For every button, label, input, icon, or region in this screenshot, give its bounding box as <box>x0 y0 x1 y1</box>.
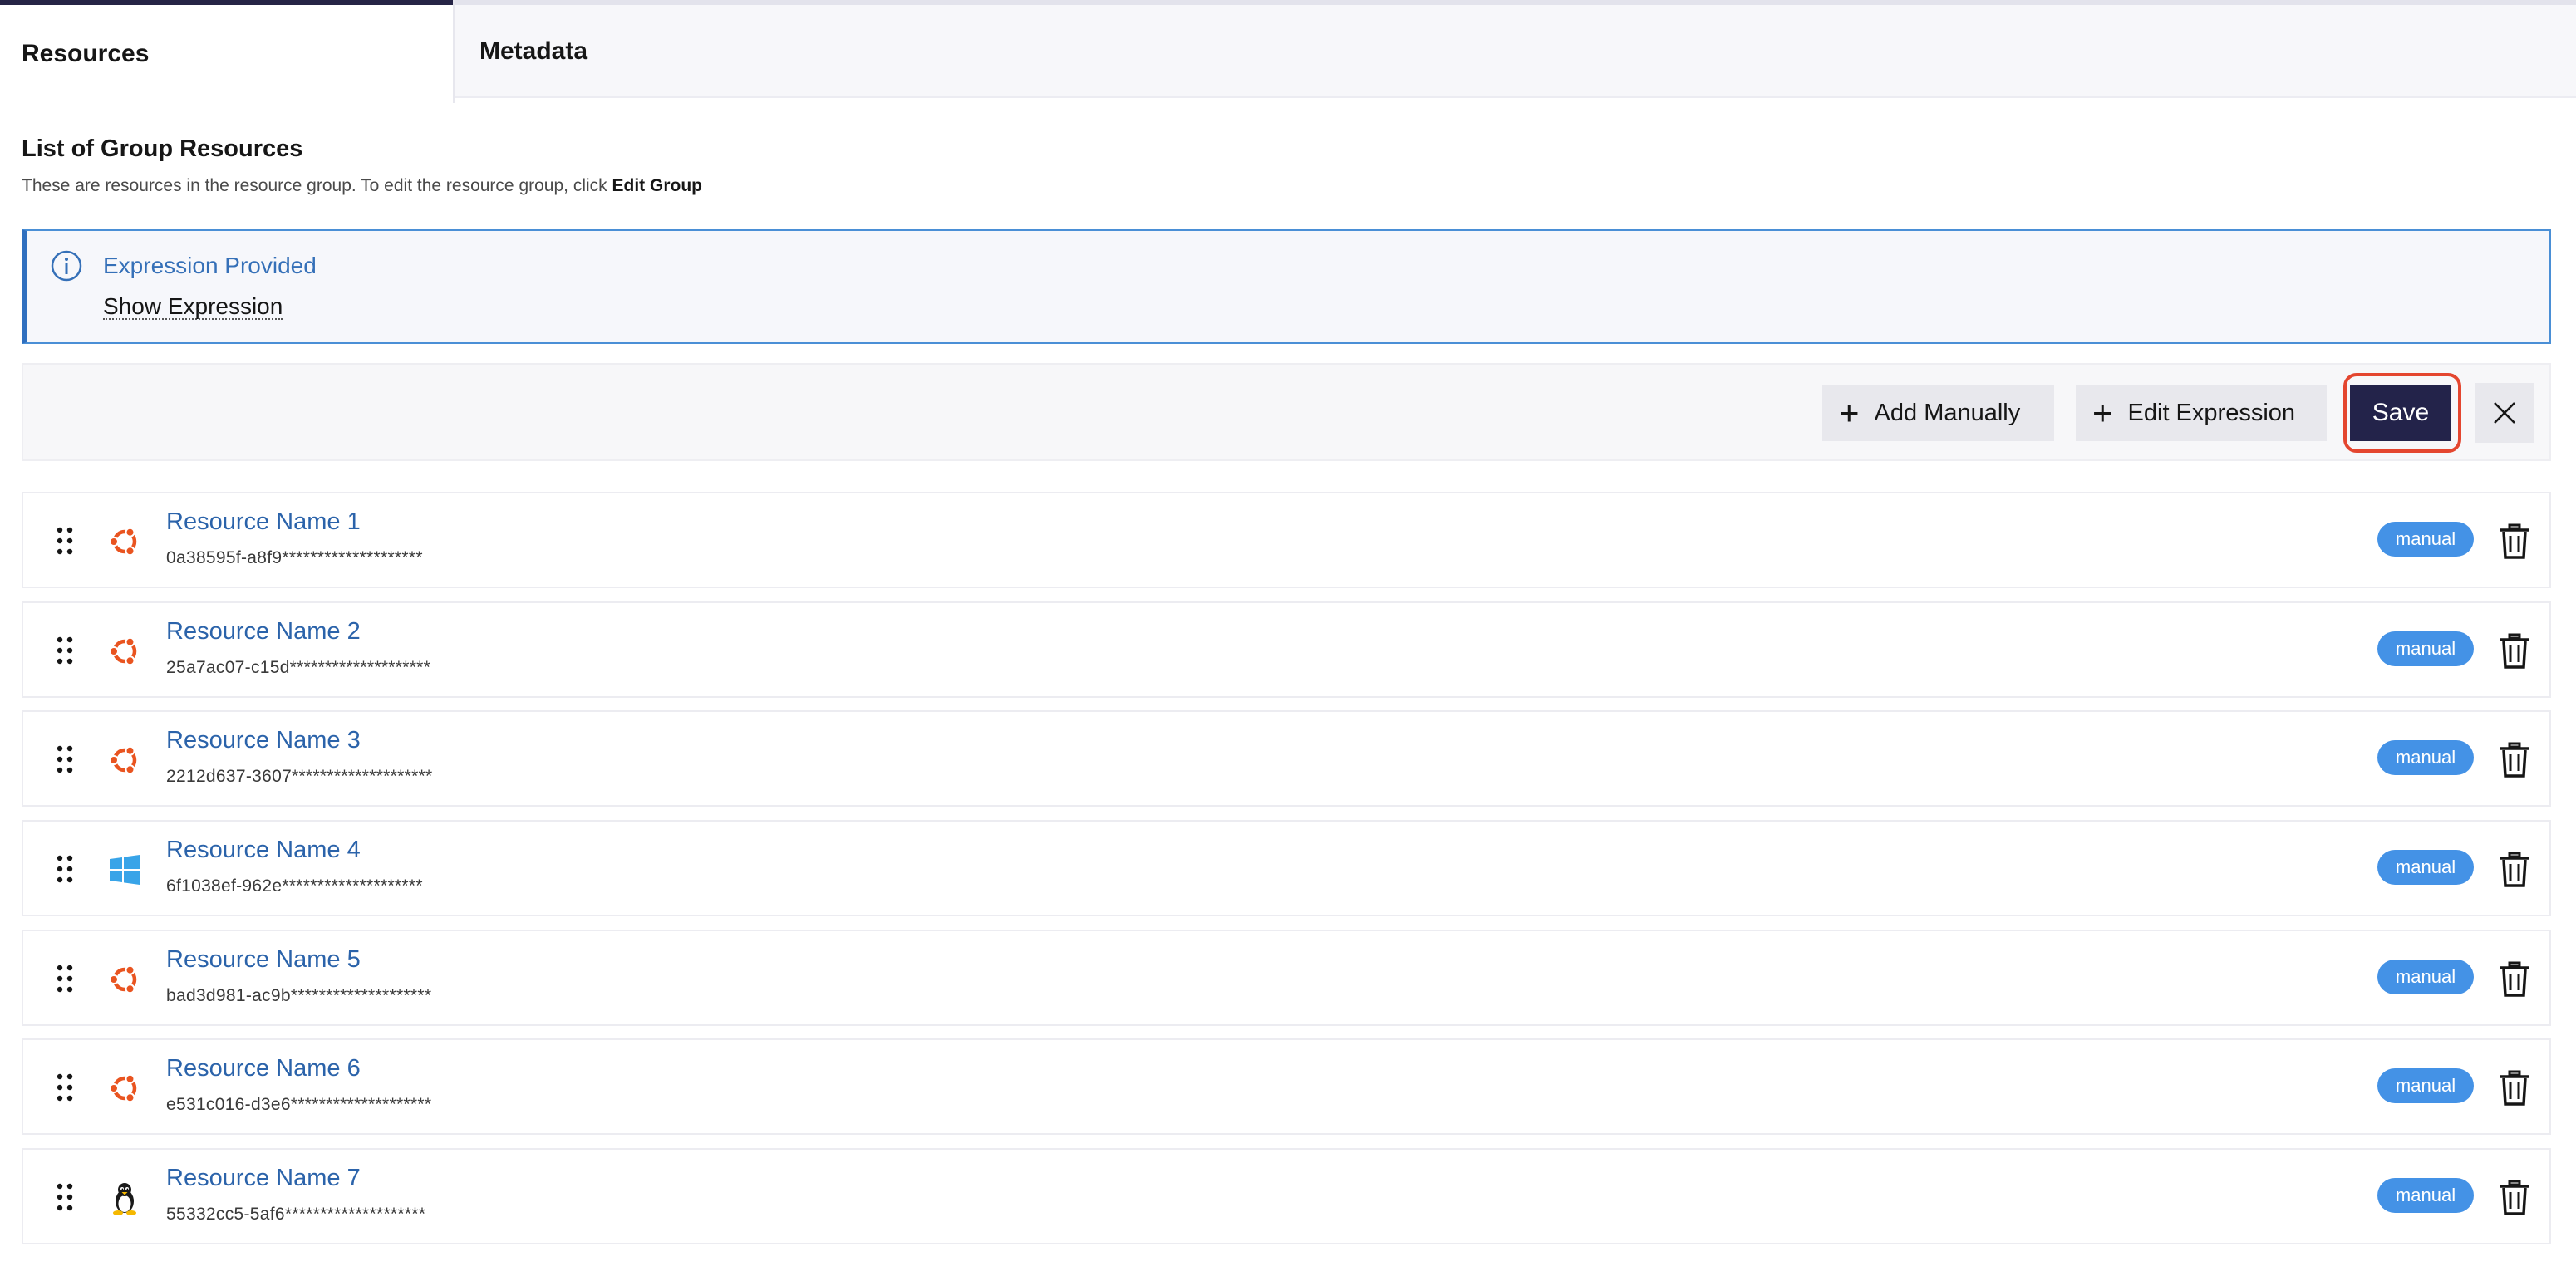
ubuntu-icon <box>106 633 143 670</box>
drag-handle-icon[interactable] <box>57 855 73 883</box>
tab-metadata-label: Metadata <box>479 37 588 65</box>
status-badge: manual <box>2377 960 2474 994</box>
resource-row: Resource Name 4 6f1038ef-962e***********… <box>22 820 2551 916</box>
resource-id: 2212d637-3607******************** <box>166 767 433 786</box>
tab-resources-label: Resources <box>22 40 150 67</box>
section-description-text: These are resources in the resource grou… <box>22 176 612 195</box>
edit-group-emphasis: Edit Group <box>612 176 702 195</box>
resource-name-link[interactable]: Resource Name 6 <box>166 1055 361 1082</box>
status-badge: manual <box>2377 850 2474 885</box>
edit-expression-button[interactable]: + Edit Expression <box>2076 385 2327 441</box>
tab-bar: Resources Metadata <box>0 0 2576 103</box>
resource-row: Resource Name 2 25a7ac07-c15d***********… <box>22 601 2551 698</box>
resource-toolbar: + Add Manually + Edit Expression Save <box>22 363 2551 461</box>
resource-row: Resource Name 5 bad3d981-ac9b***********… <box>22 930 2551 1026</box>
status-badge: manual <box>2377 740 2474 775</box>
drag-handle-icon[interactable] <box>57 527 73 555</box>
close-icon <box>2494 402 2515 424</box>
ubuntu-icon <box>106 961 143 998</box>
linux-icon <box>106 1180 143 1216</box>
add-manually-label: Add Manually <box>1874 399 2021 426</box>
trash-icon[interactable] <box>2498 961 2531 998</box>
trash-icon[interactable] <box>2498 852 2531 888</box>
resource-id: bad3d981-ac9b******************** <box>166 986 432 1005</box>
resource-row: Resource Name 7 55332cc5-5af6***********… <box>22 1148 2551 1244</box>
resource-id: 6f1038ef-962e******************** <box>166 876 423 896</box>
edit-expression-label: Edit Expression <box>2127 399 2296 426</box>
drag-handle-icon[interactable] <box>57 964 73 993</box>
resource-id: 0a38595f-a8f9******************** <box>166 548 423 567</box>
show-expression-link[interactable]: Show Expression <box>103 294 283 321</box>
resource-name-link[interactable]: Resource Name 4 <box>166 837 361 864</box>
trash-icon[interactable] <box>2498 1180 2531 1216</box>
ubuntu-icon <box>106 1070 143 1107</box>
tab-metadata[interactable]: Metadata <box>453 0 2576 103</box>
trash-icon[interactable] <box>2498 1070 2531 1107</box>
resource-row: Resource Name 1 0a38595f-a8f9***********… <box>22 492 2551 588</box>
status-badge: manual <box>2377 1068 2474 1103</box>
status-badge: manual <box>2377 631 2474 666</box>
resource-row: Resource Name 6 e531c016-d3e6***********… <box>22 1038 2551 1135</box>
section-title: List of Group Resources <box>22 135 303 162</box>
plus-icon: + <box>1839 393 1860 432</box>
status-badge: manual <box>2377 1178 2474 1213</box>
info-icon <box>51 250 82 282</box>
drag-handle-icon[interactable] <box>57 636 73 665</box>
close-button[interactable] <box>2475 383 2534 443</box>
notification-title: Expression Provided <box>103 253 317 278</box>
resource-row: Resource Name 3 2212d637-3607***********… <box>22 710 2551 807</box>
resource-name-link[interactable]: Resource Name 3 <box>166 727 361 754</box>
trash-icon[interactable] <box>2498 633 2531 670</box>
resource-id: 25a7ac07-c15d******************** <box>166 658 431 677</box>
section-description: These are resources in the resource grou… <box>22 176 702 196</box>
resource-name-link[interactable]: Resource Name 2 <box>166 618 361 645</box>
drag-handle-icon[interactable] <box>57 1183 73 1211</box>
windows-icon <box>106 852 143 888</box>
ubuntu-icon <box>106 742 143 778</box>
resource-name-link[interactable]: Resource Name 7 <box>166 1165 361 1192</box>
drag-handle-icon[interactable] <box>57 1073 73 1102</box>
trash-icon[interactable] <box>2498 742 2531 778</box>
status-badge: manual <box>2377 522 2474 557</box>
ubuntu-icon <box>106 523 143 560</box>
resource-name-link[interactable]: Resource Name 5 <box>166 946 361 974</box>
tab-resources[interactable]: Resources <box>0 0 453 103</box>
drag-handle-icon[interactable] <box>57 745 73 773</box>
resource-id: e531c016-d3e6******************** <box>166 1095 432 1114</box>
save-button[interactable]: Save <box>2350 385 2451 441</box>
resource-id: 55332cc5-5af6******************** <box>166 1205 426 1224</box>
resource-name-link[interactable]: Resource Name 1 <box>166 508 361 536</box>
add-manually-button[interactable]: + Add Manually <box>1822 385 2054 441</box>
save-label: Save <box>2372 399 2430 426</box>
trash-icon[interactable] <box>2498 523 2531 560</box>
plus-icon: + <box>2092 393 2113 432</box>
expression-notification: Expression Provided Show Expression <box>22 229 2551 344</box>
